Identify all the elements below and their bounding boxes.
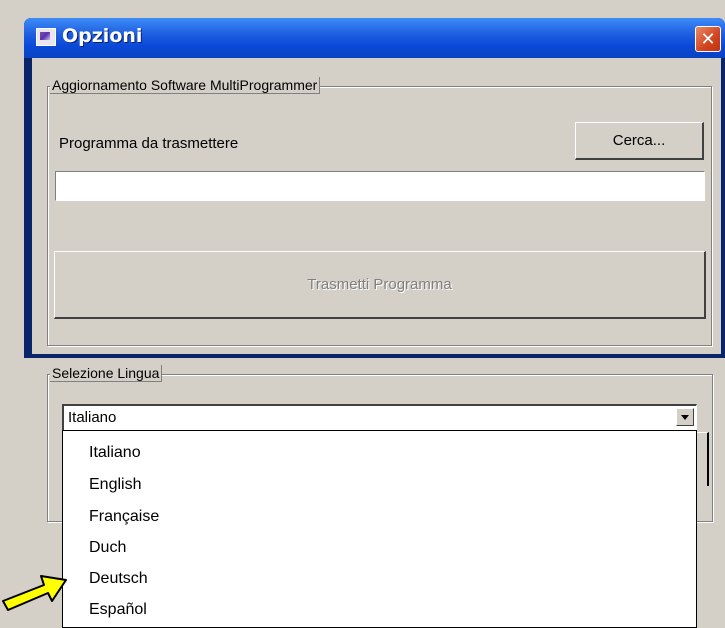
language-option[interactable]: Duch xyxy=(89,539,126,557)
close-button[interactable]: ✕ xyxy=(695,26,721,52)
window-title: Opzioni xyxy=(62,25,143,47)
program-path-input[interactable] xyxy=(55,171,705,201)
browse-button-label: Cerca... xyxy=(612,132,666,149)
language-option[interactable]: Française xyxy=(89,508,159,526)
language-group-label: Selezione Lingua xyxy=(50,365,163,382)
title-bar[interactable]: Opzioni ✕ xyxy=(24,18,725,58)
language-dropdown-list[interactable]: Italiano English Française Duch Deutsch … xyxy=(62,430,697,628)
language-select[interactable]: Italiano xyxy=(62,404,697,431)
language-option[interactable]: Deutsch xyxy=(89,570,148,588)
transmit-program-button[interactable]: Trasmetti Programma xyxy=(54,251,706,319)
browse-button[interactable]: Cerca... xyxy=(575,122,704,160)
software-update-group-label: Aggiornamento Software MultiProgrammer xyxy=(50,77,321,94)
close-icon: ✕ xyxy=(700,29,716,50)
language-option[interactable]: Español xyxy=(89,601,147,619)
software-update-group: Aggiornamento Software MultiProgrammer P… xyxy=(47,77,712,346)
dialog-client-area: Aggiornamento Software MultiProgrammer P… xyxy=(32,58,721,354)
yellow-arrow-icon xyxy=(2,575,67,611)
language-option[interactable]: English xyxy=(89,476,141,494)
language-option[interactable]: Italiano xyxy=(89,444,141,462)
transmit-program-label: Trasmetti Programma xyxy=(307,276,452,293)
program-label: Programma da trasmettere xyxy=(59,135,239,152)
chevron-down-icon[interactable] xyxy=(676,408,694,426)
app-icon xyxy=(36,28,56,46)
language-select-value: Italiano xyxy=(68,409,117,426)
